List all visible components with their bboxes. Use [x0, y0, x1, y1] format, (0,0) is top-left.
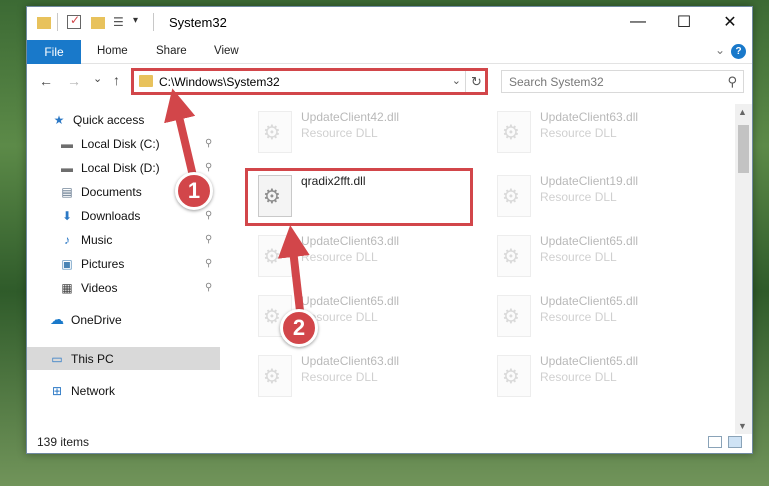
- arrow-to-file: [277, 225, 310, 312]
- step-1-badge: 1: [175, 172, 213, 210]
- annotation-arrows: [164, 88, 310, 312]
- arrow-to-address-bar: [164, 88, 197, 177]
- step-2-badge: 2: [280, 309, 318, 347]
